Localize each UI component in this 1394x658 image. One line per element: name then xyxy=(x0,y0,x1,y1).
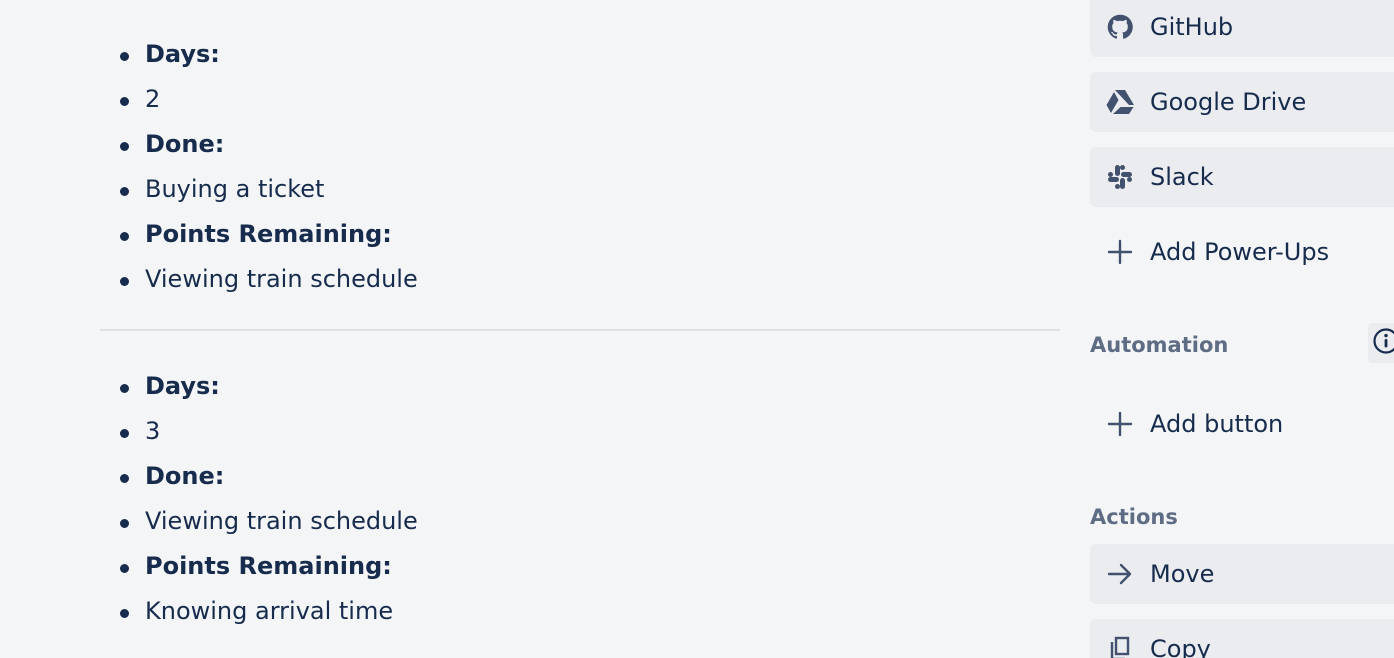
automation-info-button[interactable] xyxy=(1368,323,1394,363)
info-icon xyxy=(1372,327,1394,359)
list-item: 3 xyxy=(100,409,1060,454)
github-icon xyxy=(1090,0,1150,57)
list-item: Points Remaining: xyxy=(100,544,1060,589)
list-item: Done: xyxy=(100,454,1060,499)
github-power-up-button[interactable]: GitHub xyxy=(1090,0,1394,57)
google-drive-power-up-button[interactable]: Google Drive xyxy=(1090,72,1394,132)
list-item: Days: xyxy=(100,364,1060,409)
list-item: Knowing arrival time xyxy=(100,589,1060,634)
add-button-label: Add button xyxy=(1150,410,1284,438)
plus-icon xyxy=(1090,222,1150,282)
list-item: Viewing train schedule xyxy=(100,499,1060,544)
add-power-ups-label: Add Power-Ups xyxy=(1150,238,1330,266)
copy-icon xyxy=(1090,619,1150,658)
slack-power-up-button[interactable]: Slack xyxy=(1090,147,1394,207)
list-item: Done: xyxy=(100,122,1060,167)
automation-heading: Automation xyxy=(1090,333,1229,357)
list-item: Buying a ticket xyxy=(100,167,1060,212)
description-list-1: Days: 2 Done: Buying a ticket Points Rem… xyxy=(100,32,1060,302)
move-button[interactable]: Move xyxy=(1090,544,1394,604)
plus-icon xyxy=(1090,394,1150,454)
move-label: Move xyxy=(1150,560,1215,588)
list-item: Points Remaining: xyxy=(100,212,1060,257)
add-automation-button[interactable]: Add button xyxy=(1090,394,1394,454)
copy-label: Copy xyxy=(1150,635,1211,658)
description-list-2: Days: 3 Done: Viewing train schedule Poi… xyxy=(100,364,1060,634)
list-item: Viewing train schedule xyxy=(100,257,1060,302)
actions-heading: Actions xyxy=(1090,505,1178,529)
add-power-ups-button[interactable]: Add Power-Ups xyxy=(1090,222,1394,282)
copy-button[interactable]: Copy xyxy=(1090,619,1394,658)
list-item: Days: xyxy=(100,32,1060,77)
card-detail-page: Days: 2 Done: Buying a ticket Points Rem… xyxy=(0,0,1394,658)
list-item: 2 xyxy=(100,77,1060,122)
google-drive-icon xyxy=(1090,72,1150,132)
google-drive-label: Google Drive xyxy=(1150,88,1307,116)
slack-label: Slack xyxy=(1150,163,1214,191)
slack-icon xyxy=(1090,147,1150,207)
arrow-right-icon xyxy=(1090,544,1150,604)
card-sidebar: GitHub Google Drive Slack Add Power-Ups … xyxy=(1090,0,1394,658)
horizontal-divider xyxy=(100,329,1060,331)
card-description: Days: 2 Done: Buying a ticket Points Rem… xyxy=(100,0,1060,658)
github-label: GitHub xyxy=(1150,13,1234,41)
